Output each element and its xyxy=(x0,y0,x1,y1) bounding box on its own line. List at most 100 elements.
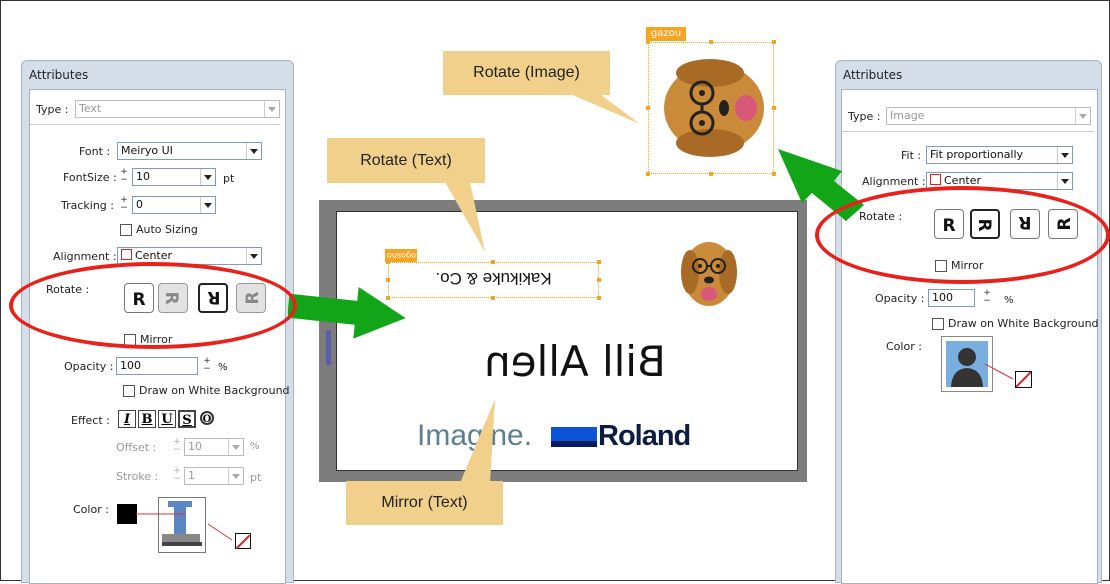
opacity-stepper[interactable]: + − xyxy=(980,289,994,306)
selection-handle[interactable] xyxy=(709,40,713,44)
alignment-value: Center xyxy=(135,249,173,262)
fontsize-select[interactable]: 10 xyxy=(132,168,216,186)
stroke-stepper[interactable]: + − xyxy=(170,467,184,484)
chevron-down-icon xyxy=(246,248,261,264)
no-background-color-swatch[interactable] xyxy=(1015,371,1032,388)
selection-handle[interactable] xyxy=(597,278,601,282)
chevron-down-icon xyxy=(1075,108,1090,124)
alignment-label: Alignment : xyxy=(53,250,117,263)
opacity-unit: % xyxy=(1004,295,1014,306)
dog-photo-icon xyxy=(681,242,737,306)
draw-white-checkbox[interactable] xyxy=(932,318,944,330)
none-slash-icon xyxy=(235,534,251,550)
color-label: Color : xyxy=(886,340,922,353)
italic-effect-button[interactable]: I xyxy=(118,410,136,428)
type-select[interactable]: Text xyxy=(75,100,280,118)
stroke-value: 1 xyxy=(188,469,195,482)
stroke-label: Stroke : xyxy=(116,470,159,483)
tracking-select[interactable]: 0 xyxy=(132,196,216,214)
selection-handle[interactable] xyxy=(491,260,495,264)
type-value: Text xyxy=(79,102,102,115)
callout-rotate-text: Rotate (Text) xyxy=(327,138,485,183)
draw-white-checkbox[interactable] xyxy=(123,385,135,397)
tracking-label: Tracking : xyxy=(61,199,114,212)
opacity-value: 100 xyxy=(120,359,141,372)
arrow-left-to-canvas xyxy=(288,286,406,338)
type-value: Image xyxy=(890,109,925,122)
rotated-company-text[interactable]: Kakikuke & Co. xyxy=(396,268,591,288)
selection-handle[interactable] xyxy=(646,40,650,44)
fit-select[interactable]: Fit proportionally xyxy=(926,146,1073,164)
stroke-select[interactable]: 1 xyxy=(184,467,244,485)
color-connector xyxy=(136,513,233,541)
tracking-stepper[interactable]: + − xyxy=(117,196,131,213)
bold-effect-button[interactable]: B xyxy=(138,410,156,428)
offset-label: Offset : xyxy=(116,441,157,454)
opacity-stepper[interactable]: + − xyxy=(200,357,214,374)
callout-tail xyxy=(445,182,485,252)
fit-label: Fit : xyxy=(901,149,922,162)
outline-effect-button[interactable]: O xyxy=(198,410,216,428)
alignment-label: Alignment : xyxy=(862,175,926,188)
highlight-rotate-left xyxy=(9,262,297,349)
callout-tail xyxy=(570,94,640,124)
callout-tail xyxy=(460,399,495,483)
chevron-down-icon xyxy=(1057,147,1072,163)
font-select[interactable]: Meiryo UI xyxy=(117,142,262,160)
opacity-label: Opacity : xyxy=(875,292,925,305)
selection-handle[interactable] xyxy=(709,172,713,176)
selection-handle[interactable] xyxy=(646,106,650,110)
no-background-color-swatch[interactable] xyxy=(235,533,251,550)
shadow-effect-button[interactable]: S xyxy=(178,410,196,428)
tracking-value: 0 xyxy=(136,198,143,211)
font-value: Meiryo UI xyxy=(121,144,173,157)
center-align-icon xyxy=(121,249,132,260)
selection-handle[interactable] xyxy=(597,296,601,300)
chevron-down-icon xyxy=(246,143,261,159)
selection-handle[interactable] xyxy=(386,278,390,282)
dog-photo-icon xyxy=(664,59,764,157)
font-label: Font : xyxy=(79,145,111,158)
offset-stepper[interactable]: + − xyxy=(170,438,184,455)
opacity-unit: % xyxy=(218,362,228,373)
highlight-rotate-right xyxy=(815,186,1110,284)
opacity-input[interactable]: 100 xyxy=(116,357,198,375)
underline-effect-button[interactable]: U xyxy=(158,410,176,428)
chevron-down-icon xyxy=(228,439,243,455)
selection-handle[interactable] xyxy=(597,260,601,264)
opacity-input[interactable]: 100 xyxy=(928,289,975,307)
selection-handle[interactable] xyxy=(491,296,495,300)
color-label: Color : xyxy=(73,503,109,516)
divider xyxy=(30,124,280,125)
fit-value: Fit proportionally xyxy=(930,148,1024,161)
rotated-dog-photo[interactable] xyxy=(655,48,769,168)
auto-sizing-checkbox[interactable] xyxy=(120,224,132,236)
image-object-tag: gazou xyxy=(646,27,686,41)
roland-logo-mark xyxy=(551,427,597,447)
card-dog-photo[interactable] xyxy=(676,232,742,312)
panel-title: Attributes xyxy=(29,68,89,82)
mirrored-name-text[interactable]: Bill Allen xyxy=(410,337,740,386)
type-select[interactable]: Image xyxy=(886,107,1091,125)
selection-handle[interactable] xyxy=(386,260,390,264)
type-label: Type : xyxy=(848,110,881,123)
selection-handle[interactable] xyxy=(772,40,776,44)
chevron-down-icon xyxy=(200,197,215,213)
offset-unit: % xyxy=(250,441,260,452)
chevron-down-icon xyxy=(1057,173,1072,189)
panel-title: Attributes xyxy=(843,68,903,82)
chevron-down-icon xyxy=(228,468,243,484)
selection-handle[interactable] xyxy=(646,172,650,176)
chevron-down-icon xyxy=(200,169,215,185)
text-color-swatch[interactable] xyxy=(117,504,137,524)
callout-rotate-image: Rotate (Image) xyxy=(443,51,610,95)
selection-handle[interactable] xyxy=(772,106,776,110)
fontsize-unit: pt xyxy=(223,172,235,185)
color-connector xyxy=(985,363,1014,380)
effect-label: Effect : xyxy=(71,414,110,427)
offset-select[interactable]: 10 xyxy=(184,438,244,456)
roland-logo: Roland xyxy=(598,420,691,452)
fontsize-stepper[interactable]: + − xyxy=(117,168,131,185)
fontsize-label: FontSize : xyxy=(63,171,117,184)
none-slash-icon xyxy=(1015,371,1032,388)
